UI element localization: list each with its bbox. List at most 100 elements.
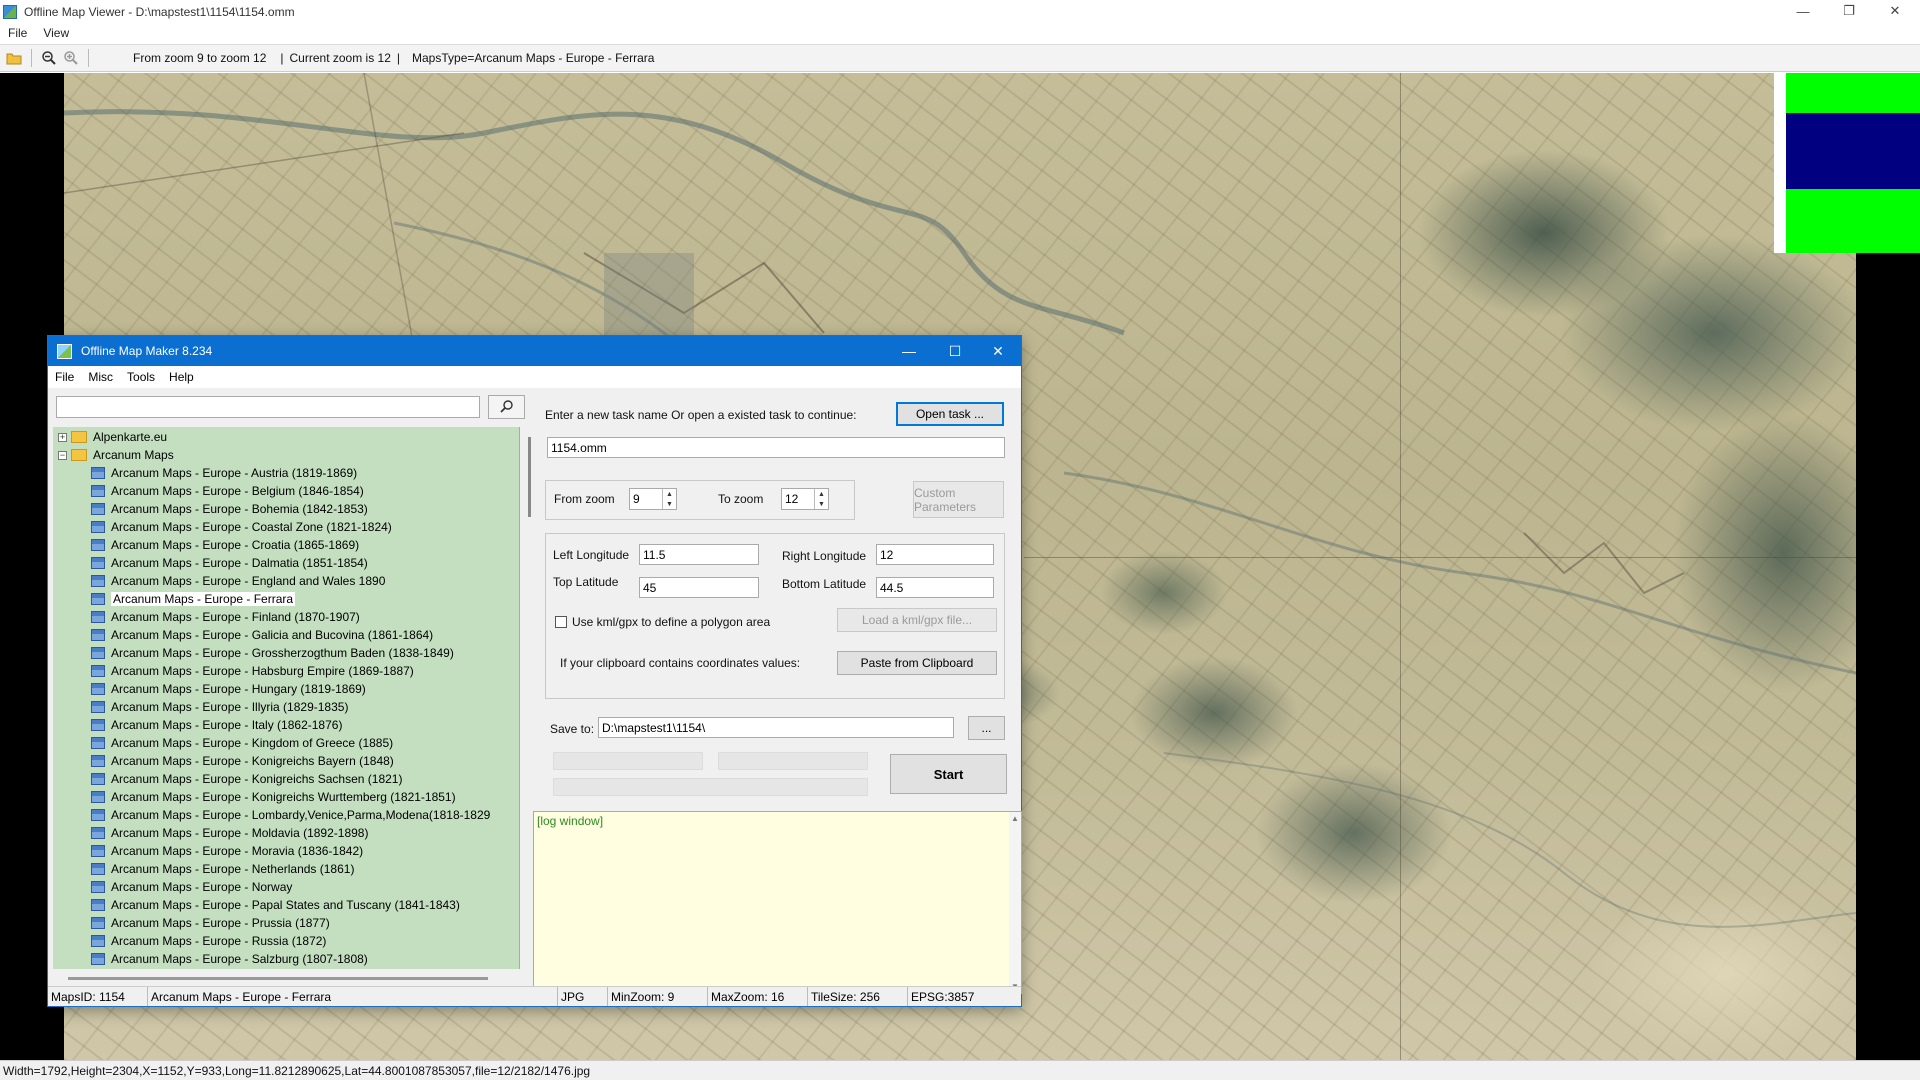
stepper-arrows[interactable]: ▲ ▼	[662, 489, 676, 509]
tree-item[interactable]: Arcanum Maps - Europe - Galicia and Buco…	[91, 626, 433, 644]
dialog-maximize-button[interactable]: ☐	[932, 336, 978, 366]
zoom-in-icon[interactable]	[60, 47, 82, 69]
tree-item-label: Arcanum Maps - Europe - Italy (1862-1876…	[111, 718, 343, 732]
map-icon	[91, 467, 105, 479]
app-icon	[3, 4, 17, 19]
left-longitude-label: Left Longitude	[553, 548, 630, 562]
tree-horizontal-scrollbar[interactable]	[68, 977, 488, 980]
scroll-up-icon[interactable]: ▲	[1011, 814, 1019, 823]
tree-item-label: Arcanum Maps - Europe - Russia (1872)	[111, 934, 327, 948]
tree-item[interactable]: Arcanum Maps - Europe - Netherlands (186…	[91, 860, 354, 878]
tree-folder-label: Alpenkarte.eu	[93, 430, 168, 444]
dialog-menu-file[interactable]: File	[48, 370, 81, 384]
kml-checkbox[interactable]	[555, 616, 567, 628]
tree-item[interactable]: Arcanum Maps - Europe - Finland (1870-19…	[91, 608, 360, 626]
log-window[interactable]: [log window] ▲▼	[533, 811, 1022, 994]
top-latitude-field[interactable]: 45	[639, 577, 759, 598]
tree-item[interactable]: Arcanum Maps - Europe - Croatia (1865-18…	[91, 536, 359, 554]
tree-item[interactable]: Arcanum Maps - Europe - Grossherzogthum …	[91, 644, 454, 662]
tree-folder[interactable]: + Alpenkarte.eu	[58, 428, 167, 446]
to-zoom-stepper[interactable]: 12 ▲ ▼	[781, 488, 829, 510]
tree-item[interactable]: Arcanum Maps - Europe - Russia (1872)	[91, 932, 326, 950]
status-min-zoom: MinZoom: 9	[608, 987, 708, 1006]
tree-item[interactable]: Arcanum Maps - Europe - Belgium (1846-18…	[91, 482, 364, 500]
tree-item[interactable]: Arcanum Maps - Europe - Prussia (1877)	[91, 914, 330, 932]
tree-item[interactable]: Arcanum Maps - Europe - Lombardy,Venice,…	[91, 806, 490, 824]
save-to-field[interactable]: D:\mapstest1\1154\	[598, 717, 954, 738]
tree-item-label: Arcanum Maps - Europe - Konigreichs Baye…	[111, 754, 394, 768]
area-group: Left Longitude 11.5 Right Longitude 12 T…	[545, 533, 1005, 699]
tree-item[interactable]: Arcanum Maps - Europe - Norway	[91, 878, 292, 896]
map-source-tree[interactable]: + Alpenkarte.eu − Arcanum Maps Arcanum Maps …	[53, 427, 520, 969]
dialog-menu-help[interactable]: Help	[162, 370, 201, 384]
load-kml-button[interactable]: Load a kml/gpx file...	[837, 608, 997, 632]
minimize-button[interactable]: —	[1780, 0, 1826, 22]
expand-icon[interactable]: +	[58, 432, 67, 442]
browse-button[interactable]: ...	[968, 716, 1005, 740]
dialog-titlebar: Offline Map Maker 8.234 — ☐ ✕	[48, 336, 1021, 366]
right-longitude-field[interactable]: 12	[876, 544, 994, 565]
zoom-out-icon[interactable]	[38, 47, 60, 69]
top-latitude-label: Top Latitude	[553, 575, 619, 589]
stepper-arrows[interactable]: ▲ ▼	[814, 489, 828, 509]
tree-item[interactable]: Arcanum Maps - Europe - Habsburg Empire …	[91, 662, 414, 680]
left-longitude-field[interactable]: 11.5	[639, 544, 759, 565]
close-button[interactable]: ✕	[1872, 0, 1918, 22]
tree-item[interactable]: Arcanum Maps - Europe - Austria (1819-18…	[91, 464, 357, 482]
tree-item[interactable]: Arcanum Maps - Europe - Salzburg (1807-1…	[91, 950, 368, 968]
folder-icon	[71, 449, 87, 461]
dialog-minimize-button[interactable]: —	[886, 336, 932, 366]
tree-item[interactable]: Arcanum Maps - Europe - Italy (1862-1876…	[91, 716, 342, 734]
from-zoom-stepper[interactable]: 9 ▲ ▼	[629, 488, 677, 510]
main-menubar: File View	[0, 23, 1920, 43]
search-input[interactable]	[56, 396, 480, 418]
to-zoom-label: To zoom	[718, 492, 764, 506]
map-icon	[91, 899, 105, 911]
tree-item[interactable]: Arcanum Maps - Europe - Bohemia (1842-18…	[91, 500, 368, 518]
search-button[interactable]	[488, 395, 525, 419]
task-name-field[interactable]: 1154.omm	[547, 437, 1005, 458]
map-icon	[91, 953, 105, 965]
tree-item[interactable]: Arcanum Maps - Europe - Konigreichs Sach…	[91, 770, 402, 788]
log-scrollbar[interactable]: ▲▼	[1009, 812, 1021, 993]
tree-folder[interactable]: − Arcanum Maps	[58, 446, 174, 464]
tile-border	[1024, 557, 1856, 558]
tree-item[interactable]: Arcanum Maps - Europe - Kingdom of Greec…	[91, 734, 393, 752]
tree-item[interactable]: Arcanum Maps - Europe - Dalmatia (1851-1…	[91, 554, 368, 572]
tree-item[interactable]: Arcanum Maps - Europe - Konigreichs Wurt…	[91, 788, 456, 806]
open-task-button[interactable]: Open task ...	[896, 402, 1004, 426]
right-longitude-label: Right Longitude	[782, 549, 867, 563]
tree-item[interactable]: Arcanum Maps - Europe - England and Wale…	[91, 572, 385, 590]
map-icon	[91, 611, 105, 623]
folder-icon	[71, 431, 87, 443]
map-icon	[91, 683, 105, 695]
custom-parameters-button[interactable]: Custom Parameters	[913, 481, 1004, 518]
status-format: JPG	[558, 987, 608, 1006]
toolbar-separator	[88, 49, 89, 67]
dialog-close-button[interactable]: ✕	[975, 336, 1021, 366]
restore-button[interactable]: ❐	[1826, 0, 1872, 22]
collapse-icon[interactable]: −	[58, 450, 67, 460]
map-icon	[91, 845, 105, 857]
tree-item[interactable]: Arcanum Maps - Europe - Coastal Zone (18…	[91, 518, 392, 536]
open-folder-icon[interactable]	[3, 47, 25, 69]
tree-item[interactable]: Arcanum Maps - Europe - Moldavia (1892-1…	[91, 824, 368, 842]
tree-item[interactable]: Arcanum Maps - Europe - Illyria (1829-18…	[91, 698, 348, 716]
start-button[interactable]: Start	[890, 754, 1007, 794]
map-icon	[91, 719, 105, 731]
tree-item[interactable]: Arcanum Maps - Europe - Hungary (1819-18…	[91, 680, 366, 698]
menu-view[interactable]: View	[35, 26, 77, 40]
tree-item[interactable]: Arcanum Maps - Europe - Konigreichs Baye…	[91, 752, 394, 770]
window-titlebar: Offline Map Viewer - D:\mapstest1\1154\1…	[0, 0, 1920, 23]
paste-clipboard-button[interactable]: Paste from Clipboard	[837, 651, 997, 675]
from-zoom-value: 9	[633, 492, 640, 506]
dialog-menu-misc[interactable]: Misc	[81, 370, 120, 384]
tree-item-label: Arcanum Maps - Europe - Galicia and Buco…	[111, 628, 434, 642]
tree-item[interactable]: Arcanum Maps - Europe - Moravia (1836-18…	[91, 842, 363, 860]
menu-file[interactable]: File	[0, 26, 35, 40]
map-icon	[91, 665, 105, 677]
dialog-menu-tools[interactable]: Tools	[120, 370, 162, 384]
tree-item[interactable]: Arcanum Maps - Europe - Ferrara	[91, 590, 296, 608]
bottom-latitude-field[interactable]: 44.5	[876, 577, 994, 598]
tree-item[interactable]: Arcanum Maps - Europe - Papal States and…	[91, 896, 460, 914]
